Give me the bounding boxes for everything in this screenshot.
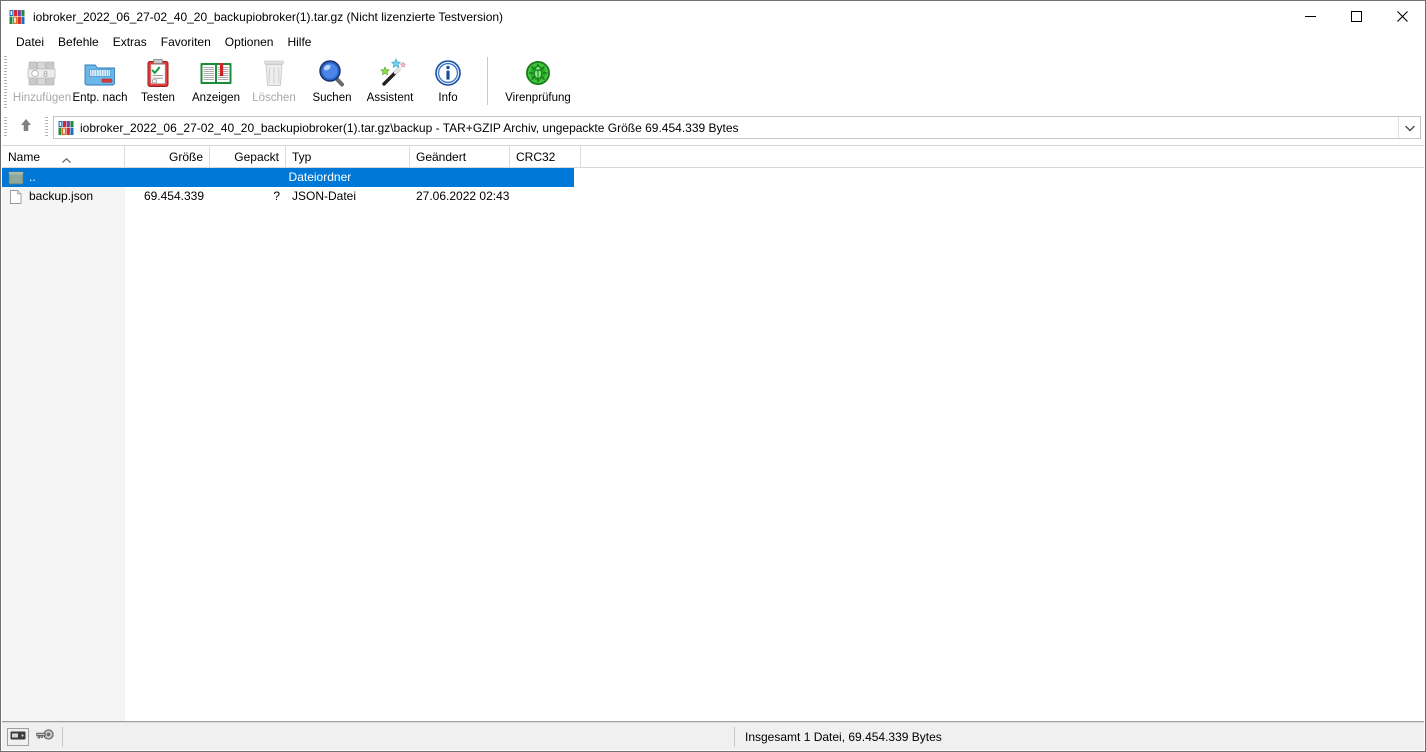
test-clipboard-icon — [140, 57, 176, 90]
address-bar-grip[interactable] — [4, 117, 7, 138]
table-row[interactable]: .. Dateiordner — [2, 168, 574, 187]
minimize-button[interactable] — [1287, 1, 1333, 32]
menu-favoriten[interactable]: Favoriten — [154, 33, 218, 52]
cell-packed: ? — [273, 189, 280, 203]
address-field-grip[interactable] — [45, 117, 48, 138]
menu-favoriten-label: Favoriten — [160, 34, 211, 49]
add-archive-icon: 8 — [24, 57, 60, 90]
menu-hilfe[interactable]: Hilfe — [280, 33, 318, 52]
view-book-icon — [198, 57, 234, 90]
window-title: iobroker_2022_06_27-02_40_20_backupiobro… — [33, 9, 504, 24]
toolbar-button-wizard-label: Assistent — [366, 92, 414, 104]
key-icon — [36, 728, 54, 746]
toolbar-button-view-label: Anzeigen — [192, 92, 240, 104]
address-dropdown-button[interactable] — [1398, 117, 1420, 138]
column-header-packed[interactable]: Gepackt — [210, 146, 286, 167]
file-list-header: Name Größe Gepackt Typ Geändert CRC32 — [2, 146, 1424, 168]
toolbar-button-search[interactable]: Suchen — [303, 55, 361, 111]
extract-folder-icon — [82, 57, 118, 90]
folder-up-icon — [8, 170, 24, 186]
menu-datei[interactable]: Datei — [9, 33, 51, 52]
arrow-up-icon — [19, 117, 33, 138]
menu-datei-label: Datei — [16, 34, 45, 49]
column-header-name-label: Name — [8, 150, 41, 164]
winrar-books-icon — [9, 8, 25, 25]
toolbar-separator — [487, 57, 488, 105]
delete-trash-icon — [256, 57, 292, 90]
toolbar-button-delete-label: Löschen — [252, 92, 296, 104]
close-button[interactable] — [1379, 1, 1425, 32]
column-header-crc32[interactable]: CRC32 — [510, 146, 581, 167]
toolbar-button-test[interactable]: Testen — [129, 55, 187, 111]
toolbar: 8 Hinzufügen Entp. nach Testen Anzeigen … — [1, 52, 1425, 114]
toolbar-button-virus-scan-label: Virenprüfung — [505, 92, 571, 104]
toolbar-button-delete[interactable]: Löschen — [245, 55, 303, 111]
toolbar-button-info-label: Info — [438, 92, 458, 104]
menu-hilfe-label: Hilfe — [287, 34, 312, 49]
info-circle-icon — [430, 57, 466, 90]
column-header-filler — [581, 146, 1424, 167]
toolbar-button-info[interactable]: Info — [419, 55, 477, 111]
menu-optionen-label: Optionen — [224, 34, 274, 49]
cell-name-text: backup.json — [29, 189, 94, 203]
status-bar: Insgesamt 1 Datei, 69.454.339 Bytes — [2, 722, 1424, 750]
navigate-up-button[interactable] — [11, 116, 41, 140]
status-bar-summary-panel: Insgesamt 1 Datei, 69.454.339 Bytes — [734, 726, 1424, 747]
chevron-down-icon — [1404, 119, 1415, 137]
cell-size: 69.454.339 — [143, 189, 204, 203]
file-document-icon — [8, 189, 24, 205]
column-header-size-label: Größe — [168, 150, 203, 164]
toolbar-button-add[interactable]: 8 Hinzufügen — [13, 55, 71, 111]
column-header-modified-label: Geändert — [416, 150, 467, 164]
svg-text:8: 8 — [43, 70, 48, 79]
cell-name: .. — [2, 168, 123, 187]
toolbar-button-extract[interactable]: Entp. nach — [71, 55, 129, 111]
status-bar-divider — [62, 726, 63, 747]
window-controls — [1287, 1, 1425, 32]
sort-ascending-caret-icon — [62, 148, 71, 163]
toolbar-grip[interactable] — [4, 56, 7, 110]
address-bar: iobroker_2022_06_27-02_40_20_backupiobro… — [1, 114, 1425, 141]
status-bar-summary: Insgesamt 1 Datei, 69.454.339 Bytes — [745, 729, 942, 744]
menu-befehle[interactable]: Befehle — [51, 33, 106, 52]
column-header-packed-label: Gepackt — [234, 150, 279, 164]
disk-drive-icon — [10, 728, 26, 746]
menu-bar: Datei Befehle Extras Favoriten Optionen … — [1, 32, 1425, 52]
menu-extras-label: Extras — [112, 34, 147, 49]
toolbar-button-add-label: Hinzufügen — [12, 92, 72, 104]
toolbar-button-wizard[interactable]: Assistent — [361, 55, 419, 111]
menu-befehle-label: Befehle — [58, 34, 99, 49]
column-header-type[interactable]: Typ — [286, 146, 410, 167]
cell-type: Dateiordner — [288, 170, 352, 184]
column-header-type-label: Typ — [292, 150, 312, 164]
cell-name: backup.json — [2, 187, 125, 206]
virus-scan-bug-icon — [520, 57, 556, 90]
toolbar-button-search-label: Suchen — [312, 92, 352, 104]
menu-optionen[interactable]: Optionen — [218, 33, 281, 52]
cell-name-text: .. — [29, 170, 36, 184]
sorted-column-highlight — [2, 169, 125, 721]
title-bar: iobroker_2022_06_27-02_40_20_backupiobro… — [1, 1, 1425, 32]
column-header-size[interactable]: Größe — [125, 146, 210, 167]
column-header-modified[interactable]: Geändert — [410, 146, 510, 167]
column-header-name[interactable]: Name — [2, 146, 125, 167]
disk-drive-button[interactable] — [7, 727, 29, 746]
toolbar-button-view[interactable]: Anzeigen — [187, 55, 245, 111]
search-magnifier-icon — [314, 57, 350, 90]
toolbar-button-virus-scan[interactable]: Virenprüfung — [498, 55, 578, 111]
maximize-button[interactable] — [1333, 1, 1379, 32]
toolbar-button-extract-label: Entp. nach — [72, 92, 128, 104]
menu-extras[interactable]: Extras — [106, 33, 154, 52]
toolbar-button-test-label: Testen — [141, 92, 175, 104]
file-list: Name Größe Gepackt Typ Geändert CRC32 ..… — [2, 145, 1424, 722]
winrar-books-icon — [58, 119, 74, 136]
cell-type: JSON-Datei — [292, 189, 357, 203]
address-field[interactable]: iobroker_2022_06_27-02_40_20_backupiobro… — [53, 116, 1421, 139]
column-header-crc32-label: CRC32 — [516, 150, 556, 164]
cell-modified: 27.06.2022 02:43 — [416, 189, 510, 203]
key-button[interactable] — [35, 728, 55, 746]
address-path-text: iobroker_2022_06_27-02_40_20_backupiobro… — [80, 120, 739, 135]
table-row[interactable]: backup.json 69.454.339 ? JSON-Datei 27.0… — [2, 187, 1424, 206]
wizard-wand-icon — [372, 57, 408, 90]
